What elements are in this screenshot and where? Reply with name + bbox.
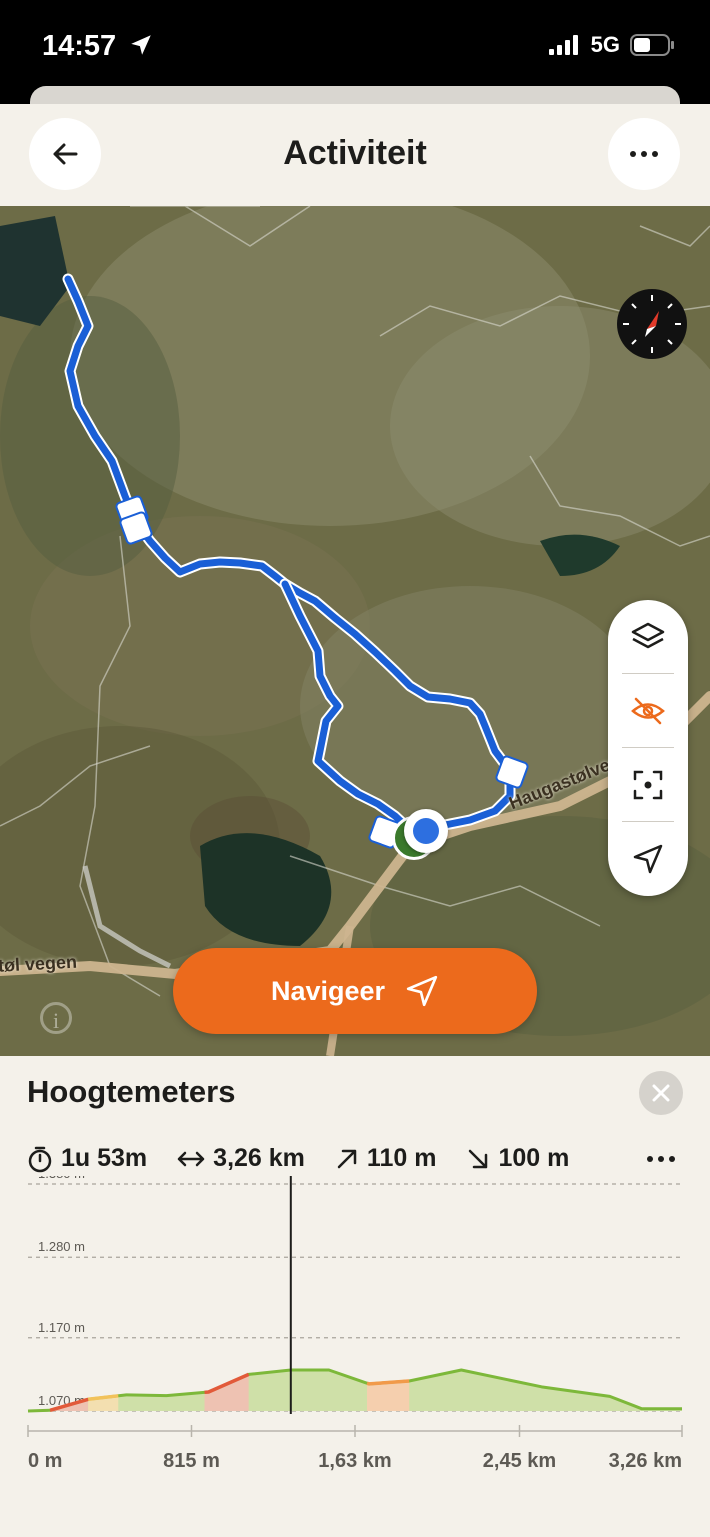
stat-duration-value: 1u 53m bbox=[61, 1144, 148, 1172]
navigate-button[interactable]: Navigeer bbox=[173, 948, 537, 1034]
elevation-chart[interactable]: 1.380 m1.280 m1.170 m1.070 m0 m815 m1,63… bbox=[0, 1176, 710, 1526]
stat-distance-value: 3,26 km bbox=[213, 1144, 305, 1172]
navigate-button-label: Navigeer bbox=[270, 975, 386, 1006]
y-tick-label: 1.380 m bbox=[38, 1176, 85, 1181]
x-tick-label: 3,26 km bbox=[609, 1450, 682, 1472]
y-tick-label: 1.170 m bbox=[38, 1320, 85, 1335]
stat-duration: 1u 53m bbox=[27, 1144, 147, 1173]
descent-arrow-icon bbox=[469, 1149, 488, 1168]
status-time-text: 14:57 bbox=[42, 30, 117, 62]
status-time: 14:57 bbox=[42, 30, 154, 63]
send-arrow-icon bbox=[406, 975, 438, 1007]
stat-ascent: 110 m bbox=[335, 1144, 437, 1173]
focus-route-button[interactable] bbox=[608, 748, 688, 822]
network-label: 5G bbox=[590, 32, 620, 57]
more-options-button[interactable] bbox=[608, 118, 680, 190]
focus-frame-icon bbox=[633, 770, 663, 800]
layers-icon bbox=[631, 622, 665, 649]
stats-row: 1u 53m 3,26 km 110 m 100 m bbox=[27, 1144, 599, 1173]
y-tick-label: 1.280 m bbox=[38, 1239, 85, 1254]
map-view[interactable]: Haugastølvegen støl vegen i bbox=[0, 206, 710, 1056]
route-overlay bbox=[62, 273, 516, 834]
layers-button[interactable] bbox=[608, 600, 688, 674]
distance-arrows-icon bbox=[177, 1151, 205, 1166]
x-tick-label: 815 m bbox=[163, 1450, 220, 1472]
current-location-core bbox=[413, 818, 439, 844]
ascent-arrow-icon bbox=[337, 1149, 357, 1168]
eye-off-icon bbox=[631, 697, 665, 725]
x-tick-label: 2,45 km bbox=[483, 1450, 556, 1472]
map-controls bbox=[608, 600, 688, 896]
close-icon bbox=[652, 1084, 670, 1102]
gradient-segment-area bbox=[367, 1380, 410, 1411]
panel-title: Hoogtemeters bbox=[27, 1074, 236, 1109]
more-dots-icon bbox=[630, 151, 658, 157]
stats-more-button[interactable] bbox=[646, 1150, 676, 1168]
close-panel-button[interactable] bbox=[639, 1071, 683, 1115]
navigation-arrow-icon bbox=[633, 844, 663, 874]
status-indicators: 5G bbox=[548, 32, 676, 58]
compass-icon bbox=[623, 295, 681, 353]
battery-icon bbox=[630, 34, 674, 56]
x-tick-label: 0 m bbox=[28, 1450, 62, 1472]
elevation-panel: Hoogtemeters 1u 53m 3,26 km 110 m 100 m … bbox=[0, 1056, 710, 1537]
header: Activiteit bbox=[0, 104, 710, 206]
x-tick-label: 1,63 km bbox=[318, 1450, 391, 1472]
compass-button[interactable] bbox=[617, 289, 687, 359]
location-arrow-icon bbox=[131, 35, 151, 55]
map-info-icon[interactable]: i bbox=[40, 1002, 72, 1034]
stopwatch-icon bbox=[28, 1146, 52, 1172]
page-title: Activiteit bbox=[283, 134, 427, 172]
stat-descent-value: 100 m bbox=[498, 1144, 570, 1172]
stat-ascent-value: 110 m bbox=[366, 1144, 437, 1172]
more-dots-icon bbox=[647, 1156, 675, 1162]
hide-overlay-button[interactable] bbox=[608, 674, 688, 748]
my-location-button[interactable] bbox=[608, 822, 688, 896]
stat-descent: 100 m bbox=[466, 1144, 569, 1173]
stat-distance: 3,26 km bbox=[177, 1144, 305, 1173]
elevation-area bbox=[28, 1369, 682, 1411]
signal-icon bbox=[548, 35, 578, 55]
